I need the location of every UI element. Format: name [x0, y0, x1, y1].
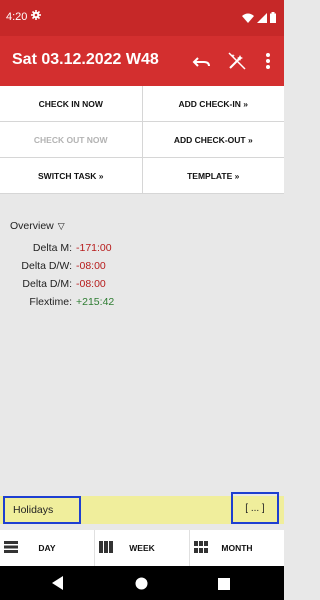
nav-month-label: MONTH [221, 543, 253, 553]
overview-header[interactable]: Overview ▽ [10, 220, 65, 232]
nav-day-label: DAY [38, 543, 56, 553]
expand-triangle-icon[interactable]: ▽ [58, 221, 65, 231]
action-grid: CHECK IN NOW ADD CHECK-IN » CHECK OUT NO… [0, 86, 284, 194]
week-view-icon [99, 541, 113, 555]
gear-icon [31, 9, 41, 23]
holiday-bar: Holidays [ ... ] [0, 492, 284, 524]
flextime-value: +215:42 [76, 296, 115, 308]
nav-month-tab[interactable]: MONTH [189, 530, 284, 566]
back-icon[interactable] [52, 576, 64, 595]
add-check-out-button[interactable]: ADD CHECK-OUT » [141, 122, 285, 157]
month-view-icon [194, 541, 208, 555]
recents-icon[interactable] [218, 577, 230, 595]
page-title[interactable]: Sat 03.12.2022 W48 [12, 51, 159, 69]
check-out-now-button[interactable]: CHECK OUT NOW [0, 122, 142, 157]
overview-label: Overview [10, 220, 54, 232]
status-bar: 4:20 [0, 0, 284, 36]
template-button[interactable]: TEMPLATE » [141, 158, 285, 193]
nav-week-tab[interactable]: WEEK [94, 530, 189, 566]
delta-m-value: -171:00 [76, 242, 112, 254]
system-nav-bar [0, 566, 284, 600]
battery-icon [270, 10, 276, 28]
undo-icon[interactable] [190, 49, 214, 73]
day-view-icon [4, 541, 18, 555]
wifi-icon [242, 10, 254, 28]
holidays-more-button[interactable]: [ ... ] [231, 492, 279, 524]
status-time: 4:20 [6, 11, 28, 23]
holidays-button[interactable]: Holidays [3, 496, 81, 524]
check-in-now-button[interactable]: CHECK IN NOW [0, 86, 142, 121]
signal-icon [257, 10, 267, 28]
nav-week-label: WEEK [129, 543, 155, 553]
flextime-label: Flextime: [29, 296, 72, 308]
auto-fix-icon[interactable] [225, 49, 249, 73]
delta-dm-value: -08:00 [76, 278, 106, 290]
switch-task-button[interactable]: SWITCH TASK » [0, 158, 142, 193]
delta-dw-value: -08:00 [76, 260, 106, 272]
delta-dw-label: Delta D/W: [21, 260, 72, 272]
more-vert-icon[interactable] [256, 49, 280, 73]
home-icon[interactable] [135, 577, 148, 595]
delta-m-label: Delta M: [32, 242, 72, 254]
add-check-in-button[interactable]: ADD CHECK-IN » [141, 86, 285, 121]
app-bar: Sat 03.12.2022 W48 [0, 36, 284, 86]
bottom-nav: DAY WEEK MONTH [0, 530, 284, 566]
delta-dm-label: Delta D/M: [22, 278, 72, 290]
nav-day-tab[interactable]: DAY [0, 530, 94, 566]
